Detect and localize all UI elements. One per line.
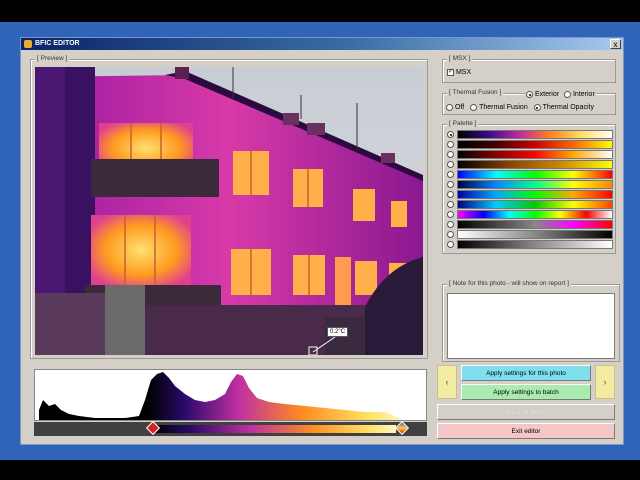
save-ir-photo-button[interactable]: Save IR photo bbox=[437, 404, 615, 420]
exit-editor-button[interactable]: Exit editor bbox=[437, 423, 615, 439]
palette-radio-1[interactable] bbox=[447, 131, 454, 138]
spot-temperature-label: 0.2°C bbox=[327, 327, 349, 337]
palette-option-2[interactable] bbox=[447, 140, 613, 149]
palette-option-10[interactable] bbox=[447, 220, 613, 229]
palette-radio-4[interactable] bbox=[447, 161, 454, 168]
palette-radio-5[interactable] bbox=[447, 171, 454, 178]
note-group: [ Note for this photo - will show on rep… bbox=[442, 280, 620, 362]
palette-radio-8[interactable] bbox=[447, 201, 454, 208]
palette-swatch-12 bbox=[457, 240, 613, 249]
color-scale-bar[interactable] bbox=[34, 420, 427, 436]
note-label: [ Note for this photo - will show on rep… bbox=[447, 280, 571, 288]
editor-window: BFIC EDITOR x [ Preview ] 0.2°C [MSX] … bbox=[20, 37, 624, 445]
radio-exterior-label: Exterior bbox=[534, 91, 560, 98]
palette-swatch-8 bbox=[457, 200, 613, 209]
title-bar[interactable]: BFIC EDITOR x bbox=[21, 38, 623, 50]
palette-swatch-5 bbox=[457, 170, 613, 179]
palette-option-8[interactable] bbox=[447, 200, 613, 209]
palette-swatch-3 bbox=[457, 150, 613, 159]
palette-label: [ Palette ] bbox=[447, 120, 479, 128]
next-photo-button[interactable]: › bbox=[595, 365, 615, 399]
histogram-plot bbox=[39, 372, 403, 420]
palette-radio-2[interactable] bbox=[447, 141, 454, 148]
radio-off[interactable] bbox=[446, 104, 453, 111]
palette-option-11[interactable] bbox=[447, 230, 613, 239]
window-title: BFIC EDITOR bbox=[35, 40, 80, 47]
radio-thermal-fusion-label: Thermal Fusion bbox=[479, 104, 528, 111]
taskbar-strip bbox=[0, 460, 640, 480]
radio-exterior[interactable] bbox=[526, 91, 533, 98]
close-button[interactable]: x bbox=[610, 39, 621, 49]
apply-photo-button[interactable]: Apply settings for this photo bbox=[461, 365, 591, 381]
palette-radio-11[interactable] bbox=[447, 231, 454, 238]
prev-photo-button[interactable]: ‹ bbox=[437, 365, 457, 399]
palette-swatch-6 bbox=[457, 180, 613, 189]
palette-radio-7[interactable] bbox=[447, 191, 454, 198]
palette-swatch-7 bbox=[457, 190, 613, 199]
msx-checkbox[interactable]: ✓ bbox=[447, 69, 454, 76]
palette-radio-10[interactable] bbox=[447, 221, 454, 228]
msx-checkbox-label: MSX bbox=[455, 69, 472, 76]
radio-thermal-fusion[interactable] bbox=[470, 104, 478, 111]
palette-swatch-4 bbox=[457, 160, 613, 169]
palette-swatch-1 bbox=[457, 130, 613, 139]
radio-off-label: Off bbox=[454, 104, 465, 111]
scale-gradient bbox=[154, 425, 396, 433]
preview-label: [ Preview ] bbox=[35, 55, 70, 63]
palette-option-5[interactable] bbox=[447, 170, 613, 179]
palette-swatch-9 bbox=[457, 210, 613, 219]
palette-group: [ Palette ] bbox=[442, 120, 616, 254]
scale-max-handle[interactable] bbox=[394, 420, 410, 436]
histogram[interactable] bbox=[34, 369, 427, 421]
palette-radio-9[interactable] bbox=[447, 211, 454, 218]
palette-swatch-2 bbox=[457, 140, 613, 149]
radio-interior-label: Interior bbox=[572, 91, 595, 98]
palette-radio-12[interactable] bbox=[447, 241, 454, 248]
radio-thermal-opacity[interactable] bbox=[533, 104, 541, 111]
msx-group: [ MSX ] ✓ MSX bbox=[442, 55, 616, 83]
palette-option-4[interactable] bbox=[447, 160, 613, 169]
thermal-preview-image[interactable]: 0.2°C bbox=[35, 67, 423, 355]
palette-option-7[interactable] bbox=[447, 190, 613, 199]
palette-swatch-11 bbox=[457, 230, 613, 239]
msx-label: [ MSX ] bbox=[447, 55, 473, 63]
palette-radio-6[interactable] bbox=[447, 181, 454, 188]
app-icon bbox=[24, 40, 32, 48]
radio-interior[interactable] bbox=[564, 91, 572, 98]
radio-thermal-opacity-label: Thermal Opacity bbox=[542, 104, 594, 111]
palette-swatch-10 bbox=[457, 220, 613, 229]
note-textarea[interactable] bbox=[447, 293, 615, 359]
palette-option-9[interactable] bbox=[447, 210, 613, 219]
palette-option-3[interactable] bbox=[447, 150, 613, 159]
palette-option-1[interactable] bbox=[447, 130, 613, 139]
palette-option-6[interactable] bbox=[447, 180, 613, 189]
thermal-fusion-label: [ Thermal Fusion ] bbox=[447, 89, 504, 97]
palette-option-12[interactable] bbox=[447, 240, 613, 249]
apply-batch-button[interactable]: Apply settings to batch bbox=[461, 384, 591, 400]
palette-radio-3[interactable] bbox=[447, 151, 454, 158]
thermal-building-picture bbox=[35, 67, 423, 355]
thermal-fusion-group: [ Thermal Fusion ] Exterior Interior Off… bbox=[442, 89, 616, 115]
